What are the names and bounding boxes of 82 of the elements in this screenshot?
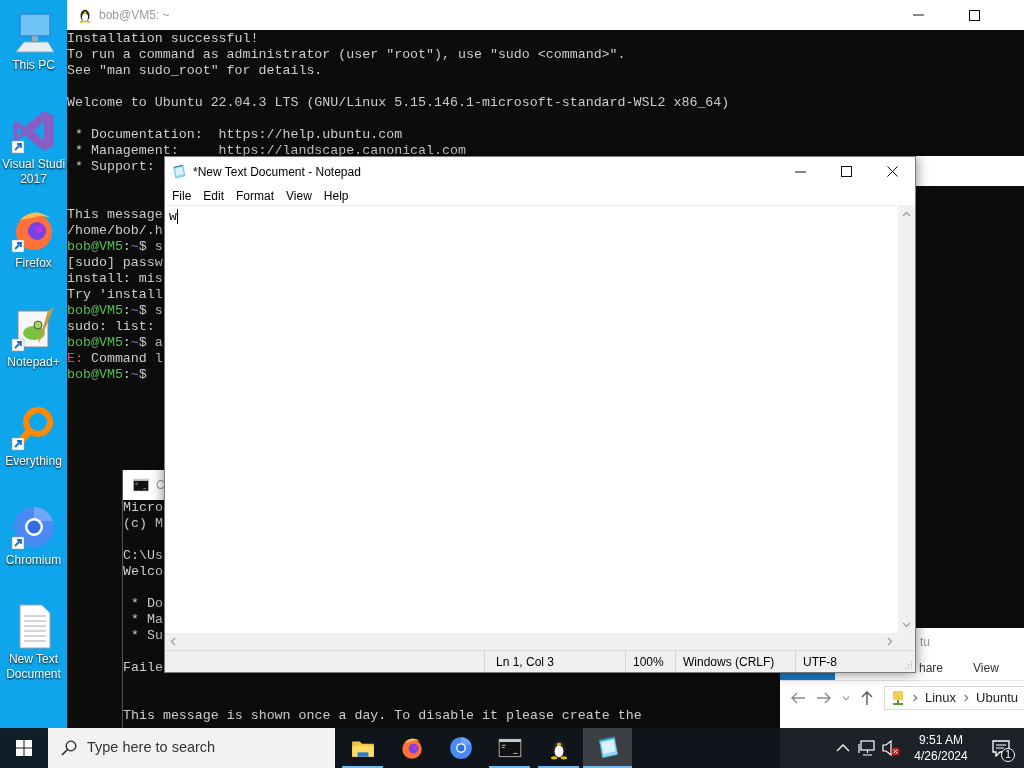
menu-item[interactable]: Edit — [197, 185, 231, 206]
vertical-scrollbar[interactable] — [898, 206, 915, 633]
menu-item[interactable]: View — [280, 185, 318, 206]
terminal-line: Welcome to Ubuntu 22.04.3 LTS (GNU/Linux 5.15.146.1-microsoft-standard-WSL2 x86_64) — [67, 95, 730, 111]
terminal-line: * Ma — [129, 612, 163, 628]
terminal-line: This message — [67, 207, 163, 223]
window-title: tu — [920, 633, 930, 651]
notifications-button[interactable]: 1 — [978, 728, 1024, 768]
prompt-line: bob@VM5:~$ a — [67, 335, 163, 351]
ribbon-tab[interactable]: View — [973, 658, 999, 677]
menu-item[interactable]: Help — [317, 185, 355, 206]
cursor-position: Ln 1, Col 3 — [484, 651, 625, 672]
terminal-line: sudo: list: — [67, 319, 155, 335]
chevron-icon — [962, 694, 971, 702]
horizontal-scrollbar[interactable] — [165, 633, 898, 650]
window-title: *New Text Document - Notepad — [193, 163, 361, 181]
network-drive-icon — [891, 690, 905, 706]
search-icon — [61, 740, 77, 756]
terminal-line: Try 'install — [67, 287, 163, 303]
terminal-line: * Support: — [73, 159, 155, 175]
ribbon-tab[interactable]: hare — [919, 658, 944, 677]
console-icon — [132, 476, 150, 494]
window-title: bob@VM5: ~ — [99, 7, 170, 24]
terminal-line: Welco — [123, 564, 163, 580]
menu-item[interactable]: Format — [230, 185, 281, 206]
clock[interactable]: 9:51 AM 4/26/2024 — [908, 732, 974, 764]
window-title: C — [156, 477, 165, 494]
taskbar-app[interactable] — [583, 728, 632, 768]
forward-arrow-icon[interactable] — [816, 691, 832, 705]
close-icon — [886, 166, 898, 177]
scroll-down-icon — [902, 620, 911, 629]
terminal-line: See "man sudo_root" for details. — [67, 63, 323, 79]
message-icon — [992, 739, 1010, 757]
prompt-line: bob@VM5:~$ — [67, 367, 147, 383]
notification-count: 1 — [1001, 748, 1015, 762]
terminal-line: To run a command as administrator (user "root"), use "sudo <command>". — [67, 47, 626, 63]
encoding: UTF-8 — [795, 651, 903, 672]
search-placeholder: Type here to search — [87, 738, 216, 758]
minimize-icon — [794, 170, 806, 173]
menu-item[interactable]: File — [166, 185, 198, 206]
terminal-line: * Su — [129, 628, 163, 644]
terminal-line: This message is shown once a day. To disable it please create the — [123, 708, 642, 724]
terminal-line: install: mis — [67, 271, 163, 287]
terminal-line: * Documentation: https://help.ubuntu.com — [73, 127, 403, 143]
text-cursor — [176, 209, 178, 224]
prompt-line: bob@VM5:~$ s — [67, 239, 163, 255]
text-area[interactable]: w — [165, 206, 898, 633]
up-arrow-icon[interactable] — [860, 690, 874, 706]
chromium-icon — [447, 735, 474, 761]
terminal-line: * Management: https://landscape.canonical.com — [73, 143, 466, 159]
zoom-level: 100% — [625, 651, 675, 672]
dropdown-icon — [842, 694, 850, 702]
scroll-left-icon — [169, 637, 178, 646]
terminal-line: (c) M — [123, 516, 163, 532]
terminal-line: C:\Us — [123, 548, 163, 564]
address-bar[interactable]: Linux Ubuntu — [884, 686, 1024, 710]
line-ending: Windows (CRLF) — [675, 651, 795, 672]
terminal-line: Micro — [123, 500, 163, 516]
scroll-right-icon — [885, 637, 894, 646]
notepad-icon — [171, 163, 187, 180]
breadcrumb[interactable]: Ubuntu — [976, 688, 1018, 708]
minimize-icon — [912, 14, 924, 16]
search-box[interactable]: Type here to search — [48, 728, 335, 768]
document-text: w — [169, 209, 177, 225]
scroll-up-icon — [902, 210, 911, 219]
resize-grip-icon — [903, 660, 913, 670]
chevron-icon — [911, 694, 919, 702]
network-icon[interactable] — [858, 740, 876, 756]
terminal-line: Installation successful! — [67, 31, 259, 47]
back-arrow-icon[interactable] — [790, 691, 806, 705]
error-line: E: Command l — [67, 351, 163, 367]
prompt-line: bob@VM5:~$ s — [67, 303, 163, 319]
volume-muted-icon[interactable] — [882, 740, 900, 756]
windows-logo-icon — [16, 740, 32, 756]
maximize-icon — [840, 166, 852, 177]
terminal-line: * Do — [129, 596, 163, 612]
terminal-line: Faile — [123, 660, 163, 676]
terminal-line: /home/bob/.h — [67, 223, 163, 239]
maximize-icon — [968, 9, 980, 21]
breadcrumb[interactable]: Linux — [925, 688, 957, 708]
terminal-line: [sudo] passw — [67, 255, 163, 271]
chevron-up-icon[interactable] — [836, 743, 850, 753]
